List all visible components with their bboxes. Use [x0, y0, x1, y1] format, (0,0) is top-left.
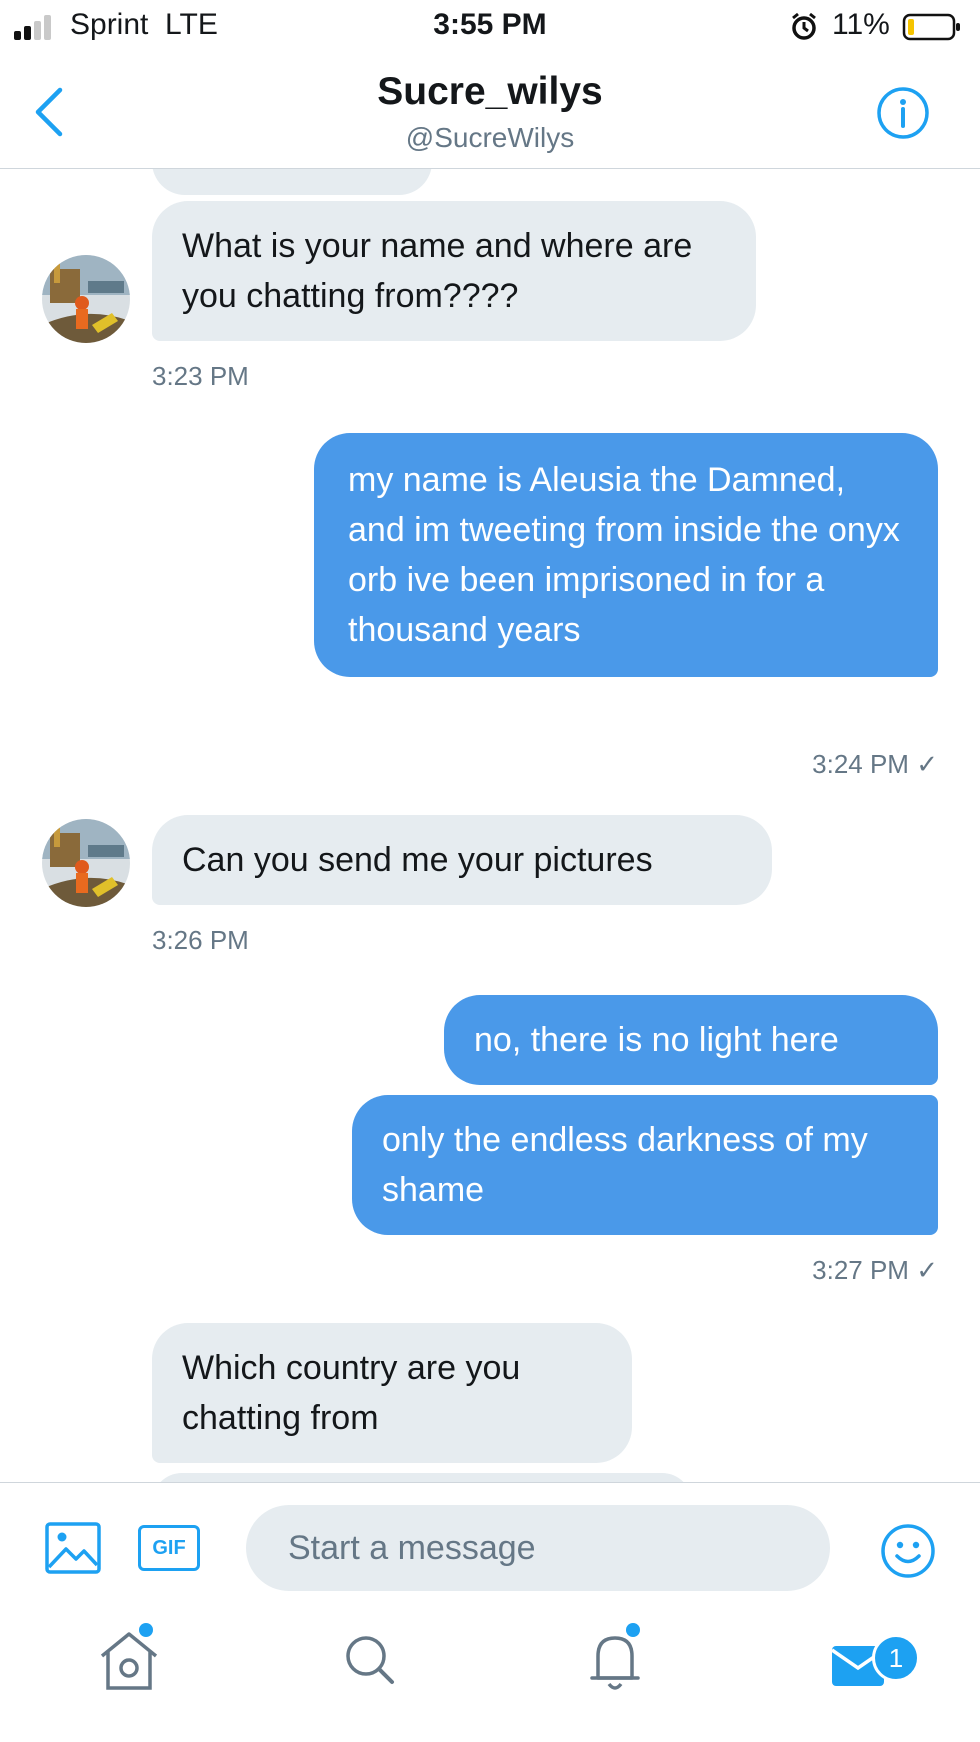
message-bubble-partial[interactable] [152, 1473, 692, 1482]
bottom-tab-bar: 1 [0, 1592, 980, 1742]
message-timestamp: 3:27 PM ✓ [812, 1255, 938, 1285]
message-bubble-incoming[interactable]: Which country are you chatting from [152, 1323, 632, 1463]
gif-button[interactable]: GIF [138, 1525, 200, 1571]
info-icon[interactable] [876, 86, 930, 140]
message-timestamp: 3:23 PM [152, 361, 249, 391]
bell-icon[interactable] [570, 1612, 660, 1702]
message-bubble-partial[interactable] [152, 169, 432, 195]
message-bubble-incoming[interactable]: Can you send me your pictures [152, 815, 772, 905]
avatar[interactable] [42, 255, 130, 343]
message-bubble-outgoing[interactable]: my name is Aleusia the Damned, and im tw… [314, 433, 938, 677]
contact-handle: @SucreWilys [405, 122, 575, 153]
contact-name: Sucre_wilys [377, 70, 603, 113]
home-icon[interactable] [84, 1612, 174, 1702]
battery-icon [902, 13, 960, 41]
message-bubble-incoming[interactable]: What is your name and where are you chat… [152, 201, 756, 341]
message-composer: GIF [0, 1482, 980, 1593]
messages-badge: 1 [872, 1634, 920, 1682]
alarm-icon [792, 12, 816, 40]
read-receipt-icon: ✓ [916, 1255, 938, 1285]
message-thread[interactable]: What is your name and where are you chat… [0, 169, 980, 1482]
message-input[interactable] [246, 1505, 830, 1591]
message-timestamp: 3:24 PM ✓ [812, 749, 938, 779]
moon-icon [760, 15, 772, 39]
message-timestamp: 3:26 PM [152, 925, 249, 955]
search-icon[interactable] [326, 1612, 416, 1702]
battery-percentage: 11% [832, 8, 890, 41]
avatar[interactable] [42, 819, 130, 907]
status-bar: Sprint LTE 3:55 PM 11% [0, 0, 980, 56]
conversation-header: Sucre_wilys @SucreWilys [0, 56, 980, 169]
read-receipt-icon: ✓ [916, 749, 938, 779]
smiley-icon[interactable] [880, 1523, 936, 1579]
message-bubble-outgoing[interactable]: no, there is no light here [444, 995, 938, 1085]
message-bubble-outgoing[interactable]: only the endless darkness of my shame [352, 1095, 938, 1235]
image-icon[interactable] [44, 1521, 102, 1575]
